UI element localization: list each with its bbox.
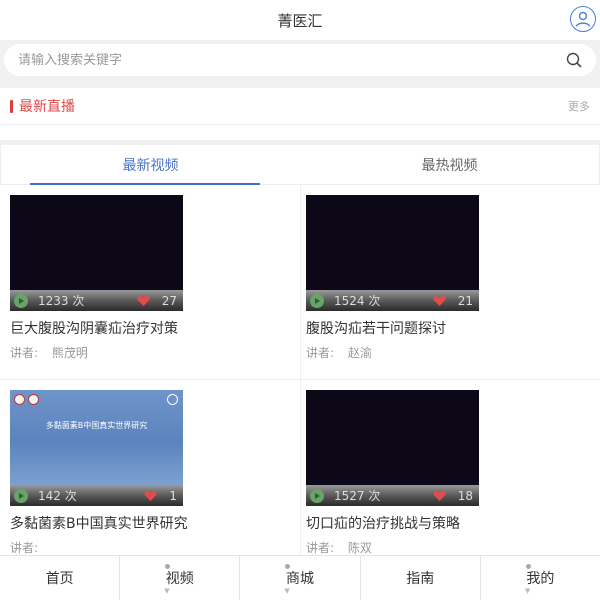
lecturer-label: 讲者: [10, 346, 39, 360]
search-bar[interactable] [4, 44, 596, 76]
lecturer-label: 讲者: [306, 541, 335, 555]
like-icon [137, 295, 150, 306]
search-icon[interactable] [566, 52, 582, 68]
live-section-title: 最新直播 [19, 99, 75, 115]
video-title[interactable]: 巨大腹股沟阴囊疝治疗对策 [10, 318, 300, 338]
lecturer-label: 讲者: [306, 346, 335, 360]
bottom-navigation: 首页 视频 ▼ 商城 ▼ 指南 我的 ▼ [0, 555, 600, 600]
play-count-icon [310, 488, 324, 503]
video-stats-bar: 1527 次 18 [306, 485, 479, 506]
live-section-header: 最新直播 更多 [0, 82, 600, 124]
nav-videos-label: 视频 [165, 571, 194, 587]
view-count: 1233 次 [38, 294, 85, 308]
video-title[interactable]: 腹股沟疝若干问题探讨 [306, 318, 600, 338]
like-count: 18 [457, 488, 473, 503]
logo-icon [167, 394, 178, 405]
logo-icon [28, 394, 39, 405]
app-title: 菁医汇 [277, 11, 323, 30]
like-count: 27 [161, 293, 177, 308]
logo-icon [14, 394, 25, 405]
lecturer-info: 讲者: 赵渝 [306, 344, 600, 361]
user-profile-button[interactable] [570, 6, 596, 32]
like-icon [433, 490, 446, 501]
view-count: 1524 次 [334, 294, 381, 308]
nav-mine-label: 我的 [526, 571, 555, 587]
video-stats-bar: 142 次 1 [10, 485, 183, 506]
app-header: 菁医汇 [0, 0, 600, 40]
nav-mall[interactable]: 商城 ▼ [240, 556, 361, 600]
lecturer-info: 讲者: [10, 539, 300, 556]
lecturer-info: 讲者: 熊茂明 [10, 344, 300, 361]
lecturer-name: 陈双 [347, 541, 372, 555]
nav-home-label: 首页 [45, 571, 74, 587]
video-stats-bar: 1233 次 27 [10, 290, 183, 311]
view-count: 1527 次 [334, 489, 381, 503]
search-input[interactable] [18, 52, 538, 68]
more-link[interactable]: 更多 [568, 98, 590, 114]
video-card[interactable]: 多黏菌素B中国真实世界研究 142 次 1 多黏菌素B中国真实世界研究 讲者: [0, 380, 300, 575]
slide-title: 多黏菌素B中国真实世界研究 [45, 421, 148, 430]
video-stats-bar: 1524 次 21 [306, 290, 479, 311]
section-marker [10, 99, 13, 113]
like-icon [433, 295, 446, 306]
indicator-dot-icon [525, 564, 531, 569]
tab-hot-videos[interactable]: 最热视频 [300, 145, 599, 184]
slide-logos [14, 394, 42, 405]
video-tabs: 最新视频 最热视频 [0, 145, 600, 185]
lecturer-name: 熊茂明 [51, 346, 88, 360]
nav-videos[interactable]: 视频 ▼ [120, 556, 241, 600]
video-card[interactable]: 1527 次 18 切口疝的治疗挑战与策略 讲者: 陈双 [300, 380, 600, 575]
lecturer-info: 讲者: 陈双 [306, 539, 600, 556]
play-count-icon [14, 293, 28, 308]
nav-home[interactable]: 首页 [0, 556, 121, 600]
nav-guide-label: 指南 [406, 571, 435, 587]
chevron-down-icon: ▼ [524, 587, 531, 595]
play-count-icon [310, 293, 324, 308]
lecturer-label: 讲者: [10, 541, 39, 555]
nav-guide[interactable]: 指南 [361, 556, 481, 600]
tab-latest-videos[interactable]: 最新视频 [1, 145, 300, 185]
video-thumbnail[interactable]: 多黏菌素B中国真实世界研究 [10, 390, 183, 485]
like-count: 21 [457, 293, 473, 308]
view-count: 142 次 [38, 489, 77, 503]
like-icon [144, 490, 157, 501]
empty-live-area [0, 125, 600, 140]
chevron-down-icon: ▼ [164, 587, 170, 595]
video-thumbnail[interactable] [306, 390, 479, 485]
video-thumbnail[interactable] [10, 195, 183, 290]
video-title[interactable]: 多黏菌素B中国真实世界研究 [10, 513, 300, 533]
video-card[interactable]: 1233 次 27 巨大腹股沟阴囊疝治疗对策 讲者: 熊茂明 [0, 185, 300, 380]
video-card[interactable]: 1524 次 21 腹股沟疝若干问题探讨 讲者: 赵渝 [300, 185, 600, 380]
chevron-down-icon: ▼ [284, 587, 290, 595]
nav-mall-label: 商城 [286, 571, 314, 587]
video-grid: 1233 次 27 巨大腹股沟阴囊疝治疗对策 讲者: 熊茂明 1524 次 21… [0, 185, 600, 575]
user-circle-icon [575, 11, 591, 27]
nav-mine[interactable]: 我的 ▼ [481, 556, 600, 600]
play-count-icon [14, 488, 28, 503]
like-count: 1 [169, 488, 177, 503]
video-thumbnail[interactable] [306, 195, 479, 290]
search-bar-container [0, 40, 600, 82]
lecturer-name: 赵渝 [347, 346, 372, 360]
video-title[interactable]: 切口疝的治疗挑战与策略 [306, 513, 600, 533]
